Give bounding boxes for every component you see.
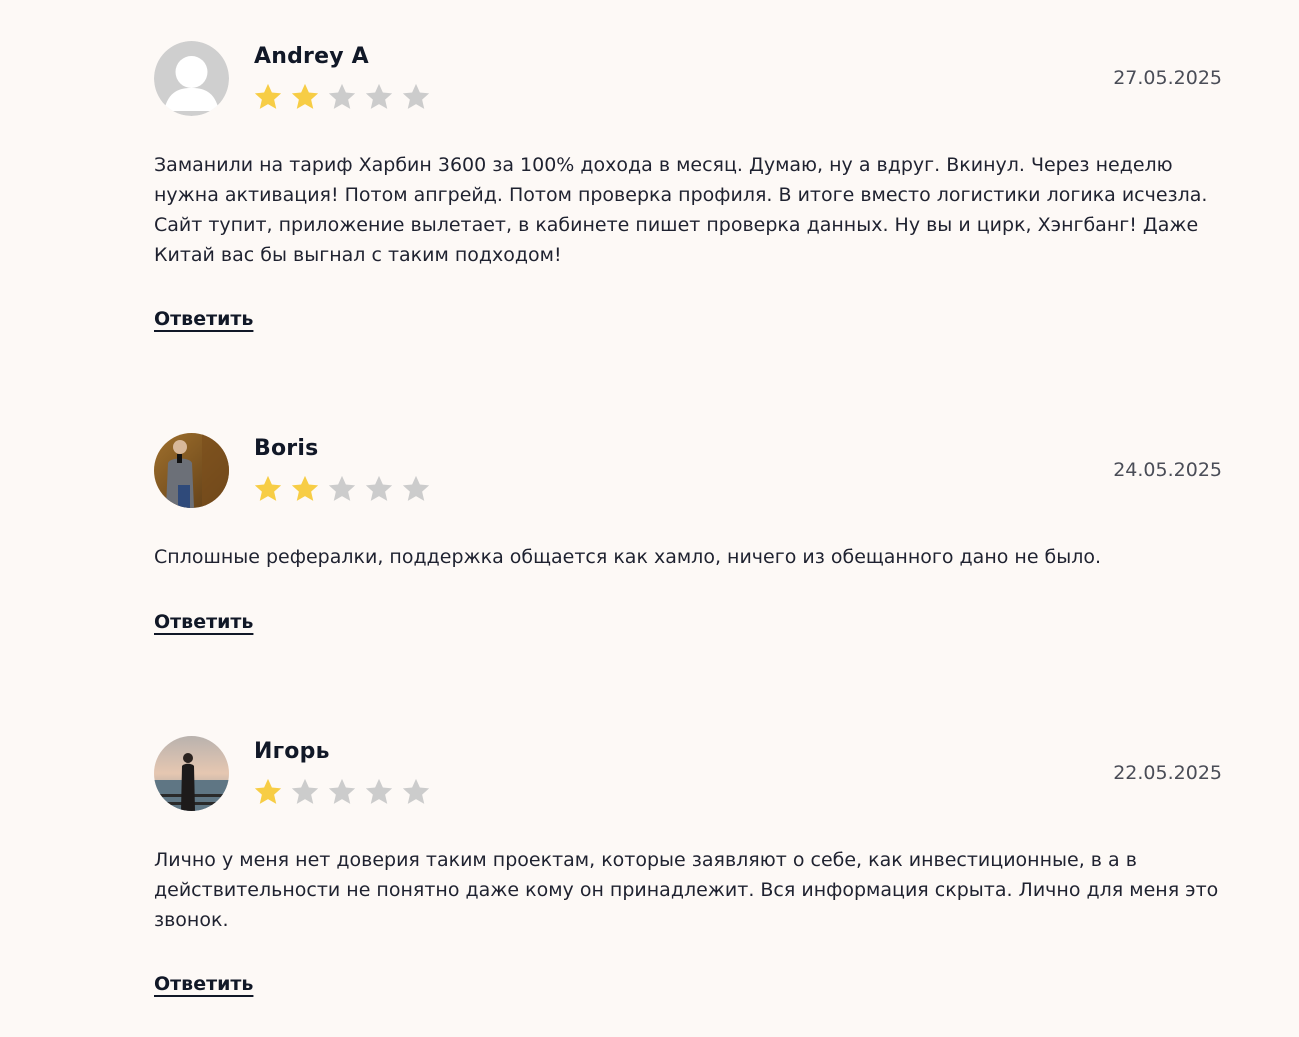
- user-photo-avatar: [154, 433, 229, 508]
- rating-stars: [253, 82, 431, 112]
- review-text: Сплошные рефералки, поддержка общается к…: [154, 546, 1102, 568]
- star-empty-icon: [402, 475, 430, 501]
- star-empty-icon: [328, 475, 356, 501]
- review-date: 27.05.2025: [1113, 67, 1222, 89]
- star-empty-icon: [328, 778, 356, 804]
- star-empty-icon: [365, 83, 393, 109]
- reply-link[interactable]: Ответить: [154, 611, 253, 633]
- star-filled-icon: [291, 475, 319, 501]
- review-author: Andrey A: [254, 44, 369, 69]
- star-empty-icon: [402, 83, 430, 109]
- review-text: Лично у меня нет доверия таким проектам,…: [154, 849, 1219, 931]
- user-photo-avatar: [154, 736, 229, 811]
- rating-stars: [253, 777, 431, 807]
- star-empty-icon: [402, 778, 430, 804]
- review-item: Boris 24.05.2025 Сплошные рефералки, под…: [154, 433, 1222, 643]
- star-empty-icon: [328, 83, 356, 109]
- star-empty-icon: [291, 778, 319, 804]
- reply-link[interactable]: Ответить: [154, 308, 253, 330]
- default-avatar-icon: [154, 41, 229, 116]
- review-author: Игорь: [254, 739, 330, 764]
- star-filled-icon: [254, 83, 282, 109]
- review-date: 22.05.2025: [1113, 762, 1222, 784]
- review-item: Игорь 22.05.2025 Лично у меня нет довери…: [154, 736, 1222, 1006]
- review-author: Boris: [254, 436, 319, 461]
- star-filled-icon: [254, 778, 282, 804]
- review-text: Заманили на тариф Харбин 3600 за 100% до…: [154, 154, 1208, 266]
- review-date: 24.05.2025: [1113, 459, 1222, 481]
- star-filled-icon: [291, 83, 319, 109]
- star-empty-icon: [365, 778, 393, 804]
- star-filled-icon: [254, 475, 282, 501]
- star-empty-icon: [365, 475, 393, 501]
- reply-link[interactable]: Ответить: [154, 973, 253, 995]
- rating-stars: [253, 474, 431, 504]
- review-item: Andrey A 27.05.2025 Заманили на тариф Ха…: [154, 41, 1222, 341]
